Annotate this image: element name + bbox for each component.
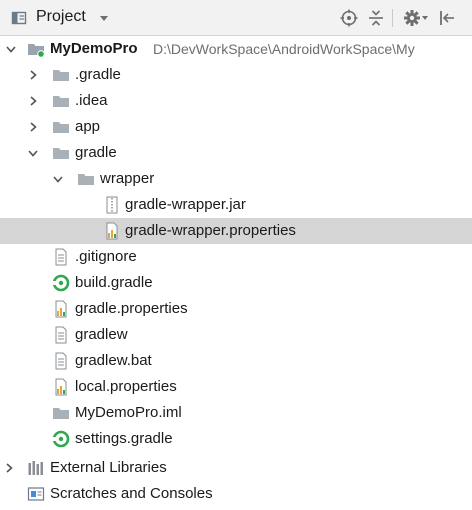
panel-title[interactable]: Project	[36, 8, 86, 26]
text-file-icon	[55, 326, 67, 344]
gradle-file-icon	[52, 274, 70, 292]
tree-item-label: gradle-wrapper.properties	[125, 222, 296, 239]
project-view-icon	[11, 11, 27, 25]
tree-item-label: wrapper	[100, 170, 155, 187]
locate-crosshair-icon[interactable]	[340, 9, 358, 27]
tree-item-label: Scratches and Consoles	[50, 485, 213, 502]
tree-item-external-libraries[interactable]: External Libraries	[0, 455, 472, 481]
folder-icon	[53, 96, 69, 107]
tree-root-row[interactable]: MyDemoPro D:\DevWorkSpace\AndroidWorkSpa…	[0, 36, 472, 62]
tree-item-gradlew[interactable]: gradlew	[0, 322, 472, 348]
tree-item-local-properties[interactable]: local.properties	[0, 374, 472, 400]
tree-item-label: gradle-wrapper.jar	[125, 196, 246, 213]
tree-item-gradle-wrapper-properties[interactable]: gradle-wrapper.properties	[0, 218, 472, 244]
tree-item-scratches[interactable]: Scratches and Consoles	[0, 481, 472, 507]
scratches-icon	[27, 487, 45, 501]
chevron-right-icon[interactable]	[27, 121, 39, 133]
folder-icon	[53, 122, 69, 133]
tree-item-settings-gradle[interactable]: settings.gradle	[0, 426, 472, 452]
chevron-down-icon[interactable]	[52, 173, 64, 185]
text-file-icon	[55, 248, 67, 266]
hide-panel-icon[interactable]	[438, 9, 456, 27]
jar-file-icon	[106, 196, 118, 214]
collapse-all-icon[interactable]	[367, 9, 385, 27]
chevron-down-icon[interactable]	[97, 11, 111, 25]
tree-item-label: gradlew	[75, 326, 128, 343]
tree-item-label: app	[75, 118, 101, 135]
tree-item-label: build.gradle	[75, 274, 153, 291]
tree-item-gradle-wrapper-jar[interactable]: gradle-wrapper.jar	[0, 192, 472, 218]
module-folder-icon	[28, 44, 45, 58]
project-tree: MyDemoPro D:\DevWorkSpace\AndroidWorkSpa…	[0, 36, 472, 510]
tree-item-idea[interactable]: .idea	[0, 88, 472, 114]
properties-file-icon	[55, 300, 67, 318]
folder-icon	[78, 174, 94, 185]
properties-file-icon	[106, 222, 118, 240]
tree-item-label: MyDemoPro.iml	[75, 404, 182, 421]
folder-icon	[53, 70, 69, 81]
gradle-file-icon	[52, 430, 70, 448]
tree-item-label: .gitignore	[75, 248, 137, 265]
project-panel-header: Project	[0, 0, 472, 36]
tree-item-iml[interactable]: MyDemoPro.iml	[0, 400, 472, 426]
chevron-right-icon[interactable]	[27, 95, 39, 107]
toolbar-divider	[392, 9, 393, 27]
tree-item-label: External Libraries	[50, 459, 167, 476]
tree-item-gradle-folder[interactable]: gradle	[0, 140, 472, 166]
chevron-down-icon[interactable]	[27, 147, 39, 159]
text-file-icon	[55, 352, 67, 370]
properties-file-icon	[55, 378, 67, 396]
root-label: MyDemoPro	[50, 40, 138, 57]
gear-icon[interactable]	[403, 9, 429, 27]
folder-icon	[53, 148, 69, 159]
tree-item-label: .idea	[75, 92, 108, 109]
tree-item-build-gradle[interactable]: build.gradle	[0, 270, 472, 296]
tree-item-label: gradle.properties	[75, 300, 188, 317]
tree-item-label: settings.gradle	[75, 430, 173, 447]
libraries-icon	[28, 461, 43, 475]
tree-item-wrapper[interactable]: wrapper	[0, 166, 472, 192]
tree-item-gradlew-bat[interactable]: gradlew.bat	[0, 348, 472, 374]
chevron-right-icon[interactable]	[27, 69, 39, 81]
tree-item-gradle-properties[interactable]: gradle.properties	[0, 296, 472, 322]
iml-file-icon	[53, 408, 69, 419]
tree-item-dot-gradle[interactable]: .gradle	[0, 62, 472, 88]
tree-item-gitignore[interactable]: .gitignore	[0, 244, 472, 270]
chevron-right-icon[interactable]	[3, 462, 15, 474]
chevron-down-icon[interactable]	[5, 43, 17, 55]
tree-item-app[interactable]: app	[0, 114, 472, 140]
tree-item-label: gradle	[75, 144, 117, 161]
tree-item-label: gradlew.bat	[75, 352, 152, 369]
root-path: D:\DevWorkSpace\AndroidWorkSpace\My	[153, 41, 415, 57]
tree-item-label: .gradle	[75, 66, 121, 83]
tree-item-label: local.properties	[75, 378, 177, 395]
